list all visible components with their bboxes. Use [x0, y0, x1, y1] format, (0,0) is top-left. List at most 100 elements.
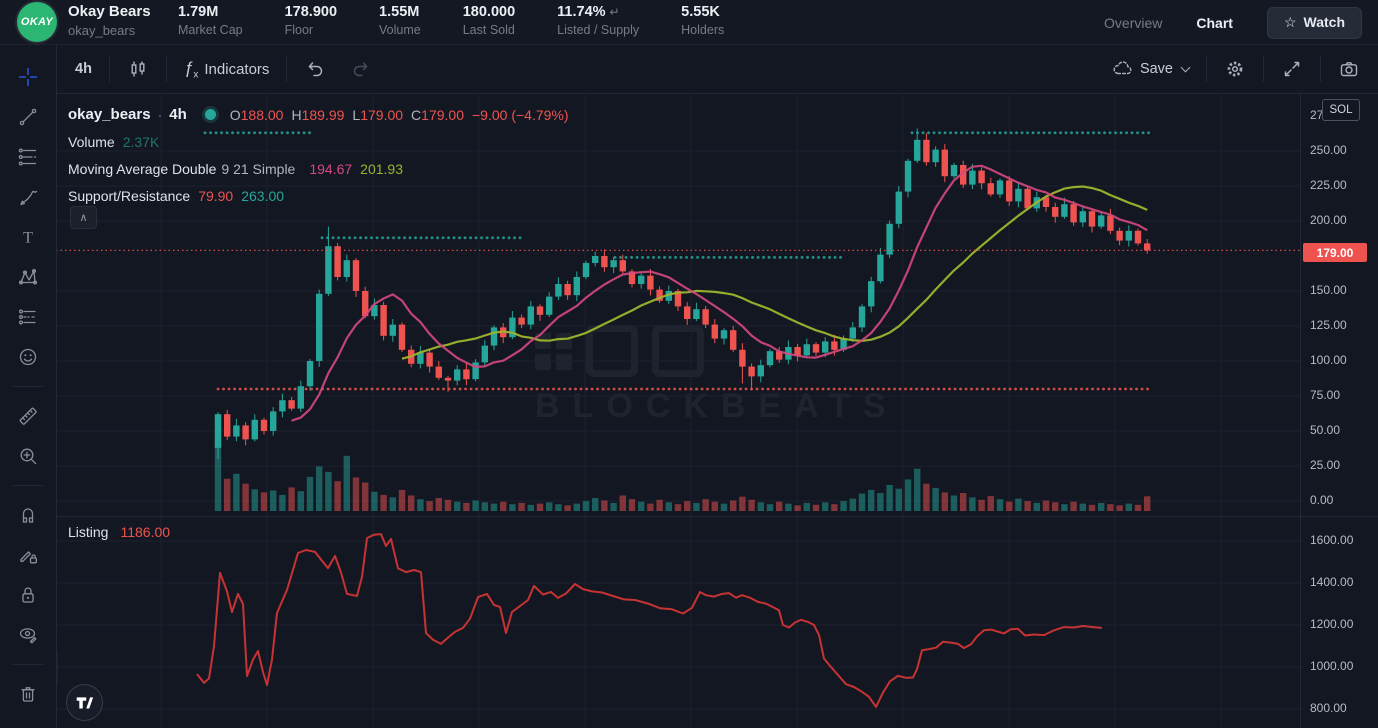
tool-drawing-lock[interactable]: [9, 536, 47, 574]
sidebar-divider: [13, 386, 43, 387]
volume-label: Volume: [68, 134, 115, 150]
candles-icon: [127, 58, 149, 80]
axis-tick: 0.00: [1310, 493, 1333, 507]
market-status-icon[interactable]: [205, 109, 216, 120]
axis-tick: 250.00: [1310, 143, 1347, 157]
emoji-icon: [17, 346, 39, 368]
crosshair-icon: [17, 66, 39, 88]
pane-separator[interactable]: [57, 516, 1378, 517]
header-stat: 178.900 Floor: [285, 2, 337, 39]
brush-icon: [17, 186, 39, 208]
interval-button[interactable]: 4h: [63, 52, 104, 86]
save-label: Save: [1140, 61, 1173, 77]
axis-tick: 1400.00: [1310, 575, 1353, 589]
axis-tick: 1000.00: [1310, 659, 1353, 673]
legend-change: −9.00 (−4.79%): [472, 107, 569, 123]
xabcd-pattern-icon: [17, 266, 39, 288]
redo-icon: [350, 58, 372, 80]
tool-hide-drawings[interactable]: [9, 616, 47, 654]
save-button[interactable]: Save: [1098, 52, 1201, 86]
chart-style-button[interactable]: [115, 52, 161, 86]
header-nav: Overview Chart ☆ Watch: [1104, 0, 1362, 45]
axis-tick: 225.00: [1310, 178, 1347, 192]
ruler-icon: [17, 405, 39, 427]
collection-logo[interactable]: OKAY: [17, 2, 57, 42]
indicators-button[interactable]: ƒx Indicators: [172, 52, 282, 86]
fib-lines-icon: [17, 146, 39, 168]
lock-all-icon: [17, 584, 39, 606]
fullscreen-button[interactable]: [1269, 52, 1315, 86]
chevron-up-icon: ∧: [79, 211, 87, 224]
tool-zoom-in[interactable]: [9, 437, 47, 475]
axis-tick: 125.00: [1310, 318, 1347, 332]
zoom-in-icon: [17, 445, 39, 467]
drawing-toolbar: T: [0, 45, 57, 728]
trading-app: OKAY Okay Bears okay_bears 1.79M Market …: [0, 0, 1378, 728]
tool-fib-lines[interactable]: [9, 138, 47, 176]
star-icon: ☆: [1284, 14, 1297, 31]
axis-tick: 200.00: [1310, 213, 1347, 227]
header-stat: 180.000 Last Sold: [463, 2, 515, 39]
tool-forecast[interactable]: [9, 298, 47, 336]
chevron-down-icon: [1181, 63, 1191, 73]
header: OKAY Okay Bears okay_bears 1.79M Market …: [0, 0, 1378, 45]
legend-volume-row[interactable]: Volume 2.37K: [68, 128, 569, 155]
tool-lock-all[interactable]: [9, 576, 47, 614]
return-icon: ↵: [610, 5, 620, 19]
nav-overview[interactable]: Overview: [1104, 15, 1162, 31]
tool-trend-line[interactable]: [9, 98, 47, 136]
legend-interval: 4h: [169, 106, 187, 123]
tool-remove-objects[interactable]: [9, 675, 47, 713]
undo-button[interactable]: [292, 52, 338, 86]
legend-symbol-row[interactable]: okay_bears · 4h O188.00H189.99L179.00C17…: [68, 101, 569, 128]
tool-text[interactable]: T: [9, 218, 47, 256]
collection-logo-text: OKAY: [21, 16, 53, 28]
legend-ma-row[interactable]: Moving Average Double 9 21 Simple 194.67…: [68, 155, 569, 182]
axis-tick: 100.00: [1310, 353, 1347, 367]
chart-legend: okay_bears · 4h O188.00H189.99L179.00C17…: [68, 101, 569, 209]
ma-params: 9 21 Simple: [221, 161, 295, 177]
legend-collapse-button[interactable]: ∧: [70, 206, 97, 229]
cloud-save-icon: [1110, 58, 1134, 80]
tool-crosshair[interactable]: [9, 58, 47, 96]
sr-resistance-value: 263.00: [241, 188, 284, 204]
sr-support-value: 79.90: [198, 188, 233, 204]
axis-tick: 1600.00: [1310, 533, 1353, 547]
blockbeats-watermark: BLOCKBEATS: [535, 325, 899, 426]
redo-button[interactable]: [338, 52, 384, 86]
axis-tick: 50.00: [1310, 423, 1340, 437]
legend-sr-row[interactable]: Support/Resistance 79.90 263.00: [68, 182, 569, 209]
gear-icon: [1224, 58, 1246, 80]
nav-chart[interactable]: Chart: [1196, 15, 1233, 31]
tool-emoji[interactable]: [9, 338, 47, 376]
settings-button[interactable]: [1212, 52, 1258, 86]
listing-legend[interactable]: Listing 1186.00: [68, 524, 170, 540]
tradingview-logo-icon: [75, 693, 94, 712]
interval-label: 4h: [75, 61, 92, 77]
currency-toggle-button[interactable]: SOL: [1322, 99, 1360, 121]
collection-handle: okay_bears: [68, 22, 151, 39]
indicators-label: Indicators: [204, 61, 269, 78]
watch-button[interactable]: ☆ Watch: [1267, 7, 1362, 39]
hide-drawings-icon: [17, 624, 39, 646]
drawing-lock-icon: [17, 544, 39, 566]
tradingview-logo[interactable]: [66, 684, 103, 721]
expand-icon: [1281, 58, 1303, 80]
collection-name-block: Okay Bears okay_bears: [68, 2, 151, 39]
axis-tick: 1200.00: [1310, 617, 1353, 631]
tool-magnet[interactable]: [9, 496, 47, 534]
sidebar-divider: [13, 485, 43, 486]
tool-ruler[interactable]: [9, 397, 47, 435]
sr-label: Support/Resistance: [68, 188, 190, 204]
listing-value: 1186.00: [120, 524, 170, 540]
snapshot-button[interactable]: [1326, 52, 1372, 86]
listing-label: Listing: [68, 524, 108, 540]
header-stat: 1.55M Volume: [379, 2, 421, 39]
remove-objects-icon: [17, 683, 39, 705]
tool-brush[interactable]: [9, 178, 47, 216]
tool-xabcd-pattern[interactable]: [9, 258, 47, 296]
header-stat: 11.74%↵ Listed / Supply: [557, 2, 639, 39]
ma-label: Moving Average Double: [68, 161, 216, 177]
camera-icon: [1338, 58, 1360, 80]
axis-tick: 25.00: [1310, 458, 1340, 472]
